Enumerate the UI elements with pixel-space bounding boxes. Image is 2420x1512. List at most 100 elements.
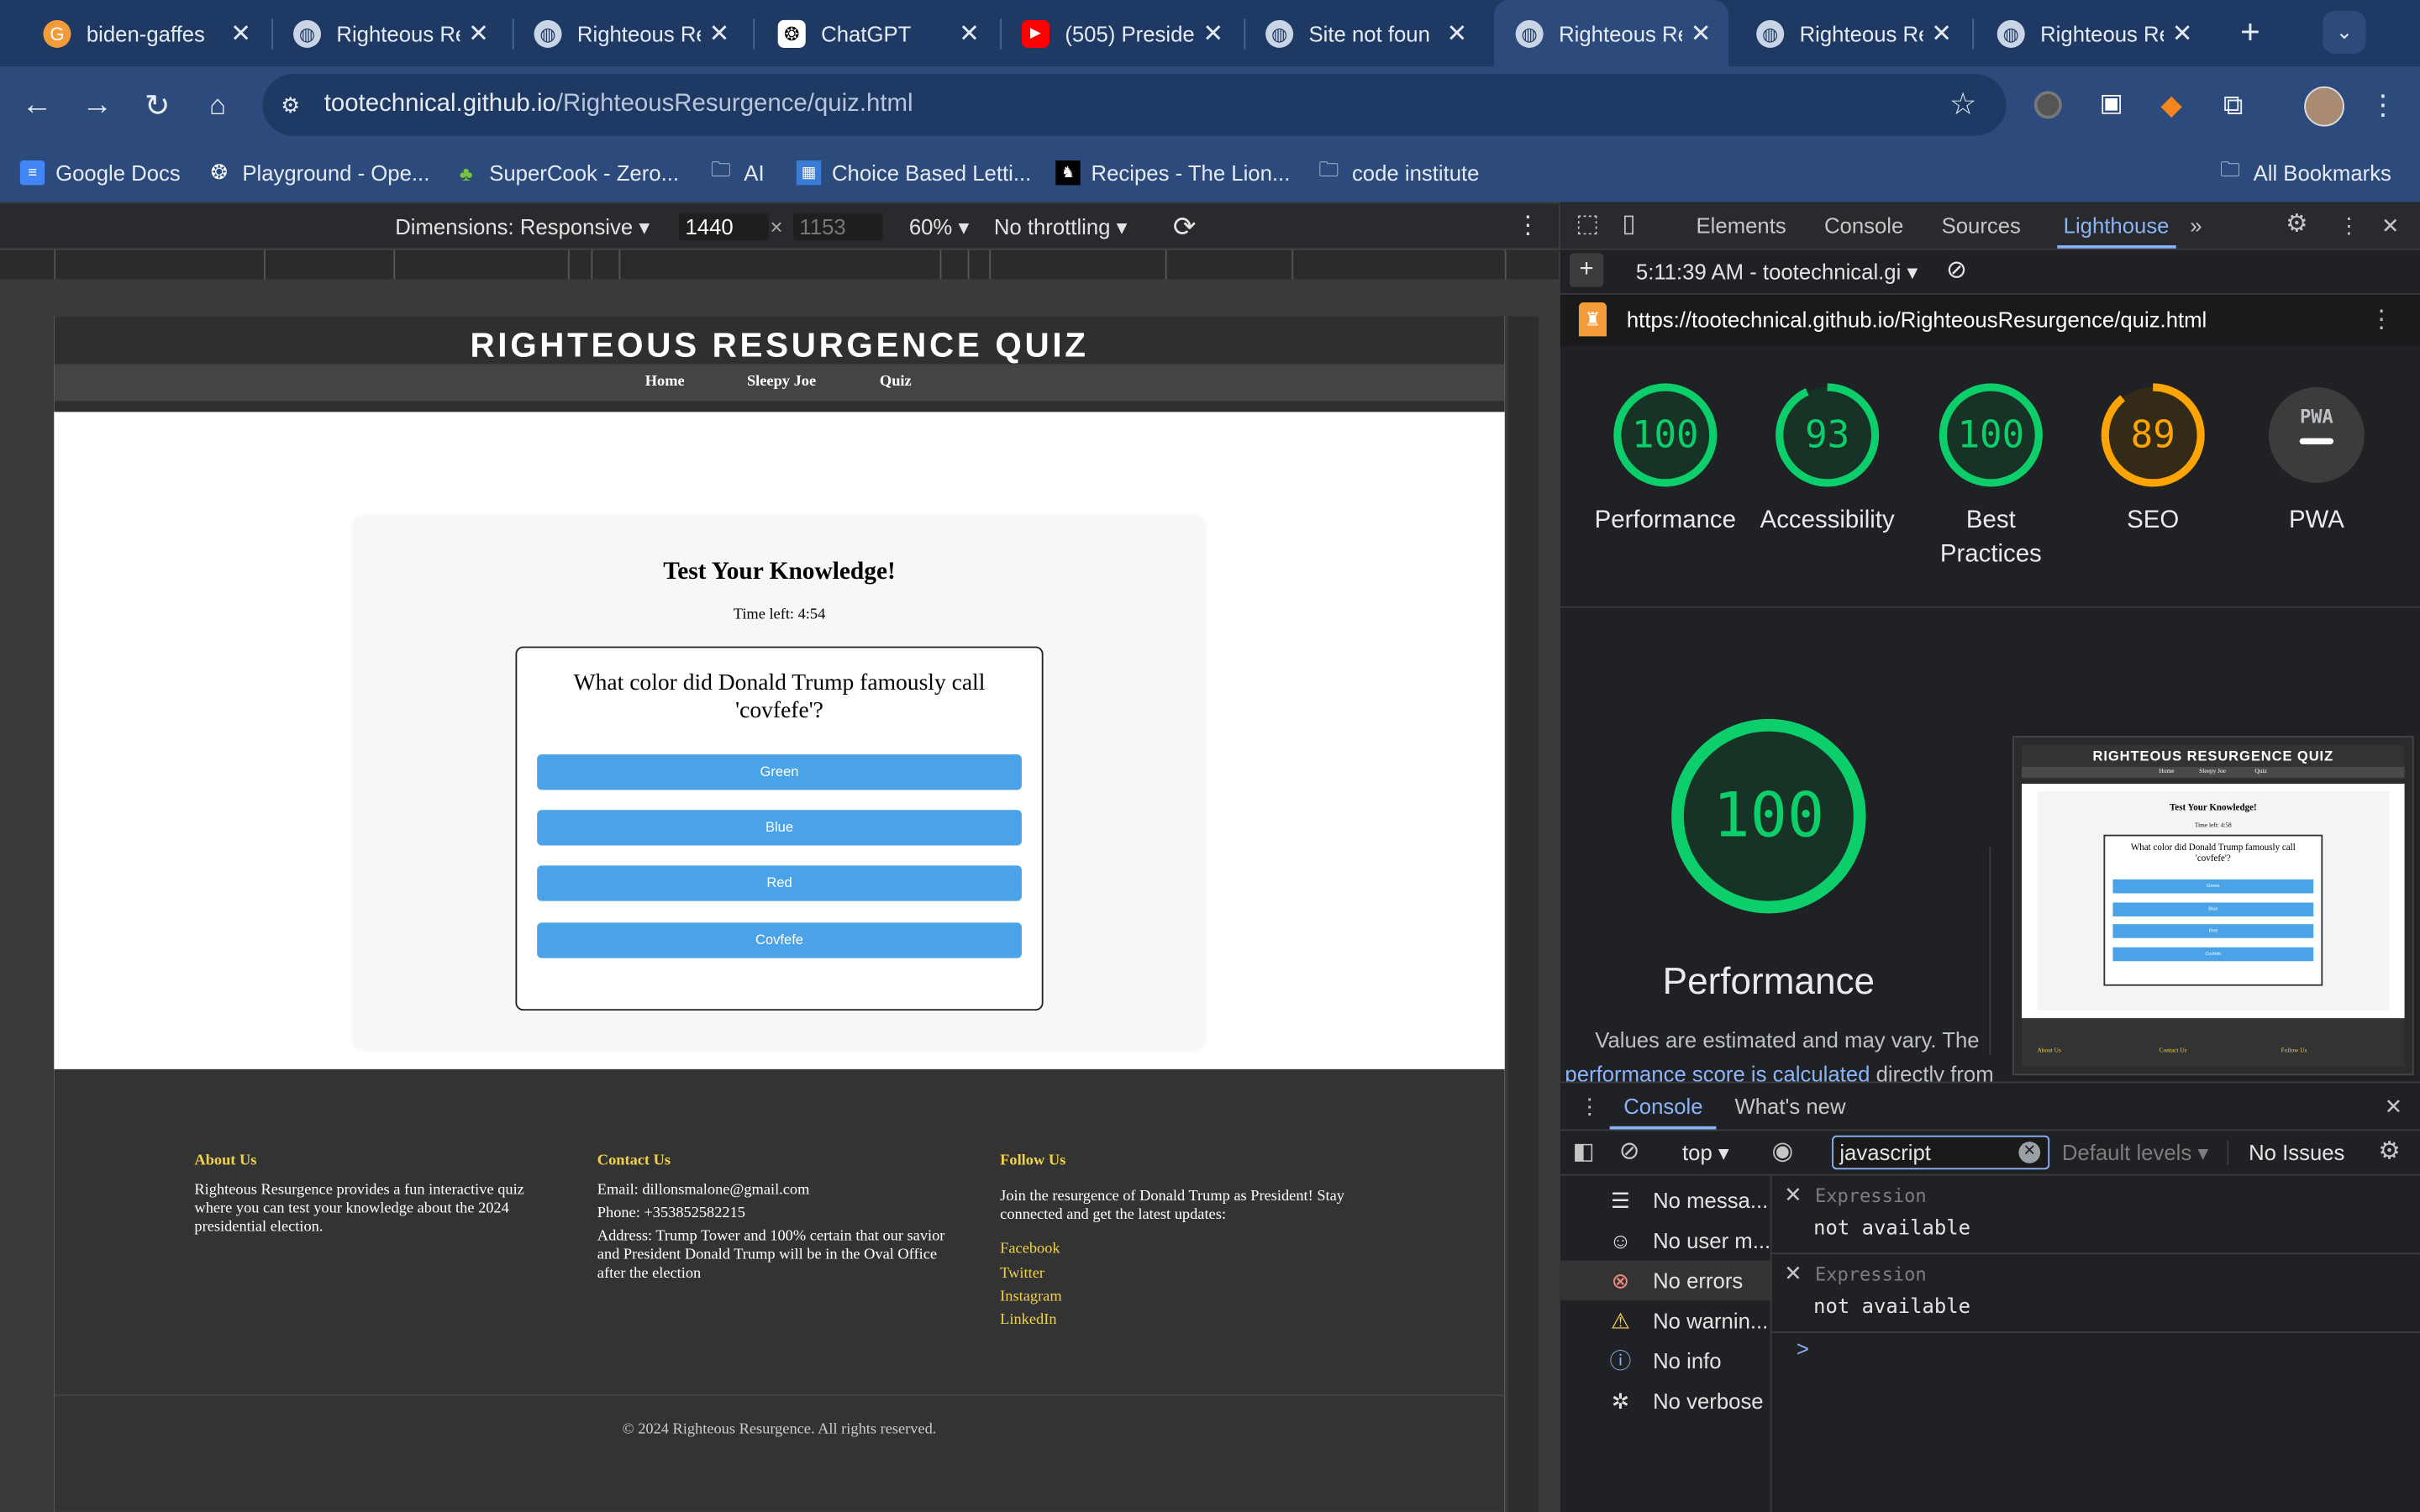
score-gauge-pwa[interactable]: PWA bbox=[2263, 381, 2371, 490]
browser-tab[interactable]: ◍ Righteous Re ✕ bbox=[1975, 0, 2210, 66]
close-icon[interactable]: ✕ bbox=[222, 18, 259, 49]
device-toggle-icon[interactable]: ▯ bbox=[1622, 202, 1635, 249]
close-icon[interactable]: ✕ bbox=[1439, 18, 1476, 49]
nav-home[interactable]: Home bbox=[645, 364, 685, 401]
sidebar-item-messages[interactable]: ☰ No messa... bbox=[1560, 1180, 1770, 1221]
bookmark-supercook[interactable]: ♣ SuperCook - Zero... bbox=[454, 144, 679, 202]
answer-button-green[interactable]: Green bbox=[537, 754, 1022, 790]
throttling-select[interactable]: No throttling ▾ bbox=[994, 203, 1128, 249]
close-icon[interactable]: ✕ bbox=[2164, 18, 2201, 49]
link-instagram[interactable]: Instagram bbox=[1000, 1289, 1061, 1305]
bookmark-folder-ai[interactable]: 🗀 AI bbox=[708, 144, 765, 202]
report-select[interactable]: 5:11:39 AM - tootechnical.gi ▾ bbox=[1636, 250, 1918, 293]
close-icon[interactable]: ✕ bbox=[1923, 18, 1960, 49]
levels-select[interactable]: Default levels ▾ bbox=[2062, 1131, 2208, 1173]
close-icon[interactable]: ✕ bbox=[950, 18, 987, 49]
site-info-icon[interactable]: ⚙ bbox=[281, 90, 308, 121]
tab-elements[interactable]: Elements bbox=[1697, 202, 1786, 249]
browser-tab[interactable]: ❂ ChatGPT ✕ bbox=[756, 0, 997, 66]
browser-tab[interactable]: ◍ Righteous Re ✕ bbox=[513, 0, 747, 66]
bookmark-playground[interactable]: ❂ Playground - Ope... bbox=[207, 144, 430, 202]
rotate-icon[interactable]: ⟳ bbox=[1173, 203, 1197, 249]
close-icon[interactable]: ✕ bbox=[460, 18, 497, 49]
more-tabs-icon[interactable]: » bbox=[2190, 202, 2202, 249]
browser-tab[interactable]: ▶ (505) Preside ✕ bbox=[1000, 0, 1241, 66]
browser-tab[interactable]: G biden-gaffes ✕ bbox=[22, 0, 269, 66]
sidebar-item-errors[interactable]: ⊗ No errors bbox=[1560, 1260, 1770, 1301]
close-devtools-icon[interactable]: ✕ bbox=[2381, 202, 2400, 249]
clear-filter-icon[interactable]: ✕ bbox=[2018, 1142, 2041, 1163]
browser-menu-icon[interactable]: ⋮ bbox=[2369, 87, 2396, 123]
bookmark-choice-based[interactable]: ▦ Choice Based Letti... bbox=[796, 144, 1031, 202]
close-icon[interactable]: ✕ bbox=[1682, 18, 1719, 49]
metamask-icon[interactable]: ◆ bbox=[2154, 88, 2188, 122]
star-icon[interactable]: ☆ bbox=[1949, 87, 1977, 123]
bookmark-google-docs[interactable]: ≡ Google Docs bbox=[19, 144, 181, 202]
close-icon[interactable]: ✕ bbox=[1195, 18, 1232, 49]
drawer-menu-icon[interactable]: ⋮ bbox=[1579, 1083, 1601, 1129]
sidebar-item-info[interactable]: ⓘ No info bbox=[1560, 1341, 1770, 1381]
answer-button-blue[interactable]: Blue bbox=[537, 810, 1022, 846]
link-twitter[interactable]: Twitter bbox=[1000, 1265, 1044, 1282]
address-bar[interactable]: ⚙ tootechnical.github.io/RighteousResurg… bbox=[262, 74, 2007, 136]
score-gauge-seo[interactable]: 89 bbox=[2099, 381, 2207, 490]
url-text[interactable]: tootechnical.github.io/RighteousResurgen… bbox=[324, 74, 913, 135]
new-report-icon[interactable]: + bbox=[1569, 253, 1604, 287]
tab-lighthouse[interactable]: Lighthouse bbox=[2057, 202, 2175, 249]
tab-search-icon[interactable]: ⌄ bbox=[2323, 10, 2366, 55]
more-options-icon[interactable]: ⋮ bbox=[1516, 203, 1540, 249]
settings-icon[interactable]: ⚙ bbox=[2286, 202, 2307, 249]
context-select[interactable]: top ▾ bbox=[1682, 1131, 1729, 1173]
sidebar-item-warnings[interactable]: ⚠ No warnin... bbox=[1560, 1300, 1770, 1341]
clipboard-extension-icon[interactable]: ▣ bbox=[2096, 88, 2127, 122]
close-icon[interactable]: ✕ bbox=[701, 18, 738, 49]
reload-icon[interactable]: ↻ bbox=[137, 85, 177, 125]
answer-button-red[interactable]: Red bbox=[537, 865, 1022, 901]
extension-icon[interactable] bbox=[2033, 91, 2062, 119]
console-prompt[interactable]: > bbox=[1797, 1336, 1809, 1361]
link-linkedin[interactable]: LinkedIn bbox=[1000, 1311, 1056, 1328]
sidebar-item-user-messages[interactable]: ☺ No user m... bbox=[1560, 1221, 1770, 1261]
close-drawer-icon[interactable]: ✕ bbox=[2385, 1083, 2403, 1129]
browser-tab[interactable]: ◍ Righteous Re ✕ bbox=[271, 0, 506, 66]
screenshot-thumbnail[interactable]: RIGHTEOUS RESURGENCE QUIZ Home Sleepy Jo… bbox=[2012, 736, 2414, 1076]
new-tab-icon[interactable]: + bbox=[2230, 13, 2270, 53]
browser-tab[interactable]: ◍ Site not foun ✕ bbox=[1244, 0, 1485, 66]
extensions-puzzle-icon[interactable]: ⧉ bbox=[2217, 88, 2250, 122]
remove-expression-icon[interactable]: ✕ bbox=[1784, 1182, 1802, 1208]
score-gauge-accessibility[interactable]: 93 bbox=[1773, 381, 1881, 490]
tab-sources[interactable]: Sources bbox=[1942, 202, 2021, 249]
drawer-tab-whats-new[interactable]: What's new bbox=[1734, 1083, 1845, 1129]
answer-button-covfefe[interactable]: Covfefe bbox=[537, 922, 1022, 958]
page-scrollbar[interactable] bbox=[1507, 316, 1539, 1512]
avatar[interactable] bbox=[2304, 86, 2344, 127]
bookmark-folder-code-institute[interactable]: 🗀 code institute bbox=[1317, 144, 1479, 202]
link-facebook[interactable]: Facebook bbox=[1000, 1241, 1060, 1257]
expression-label[interactable]: Expression bbox=[1815, 1263, 1927, 1285]
remove-expression-icon[interactable]: ✕ bbox=[1784, 1261, 1802, 1287]
width-input[interactable]: 1440 bbox=[679, 213, 769, 241]
forward-icon[interactable]: → bbox=[77, 85, 118, 125]
nav-quiz[interactable]: Quiz bbox=[880, 364, 912, 401]
expression-label[interactable]: Expression bbox=[1815, 1185, 1927, 1207]
tab-console[interactable]: Console bbox=[1824, 202, 1903, 249]
clear-icon[interactable]: ⊘ bbox=[1946, 250, 1967, 293]
all-bookmarks[interactable]: 🗀 All Bookmarks bbox=[2217, 144, 2391, 202]
home-icon[interactable]: ⌂ bbox=[197, 85, 238, 125]
browser-tab[interactable]: ◍ Righteous Re ✕ bbox=[1734, 0, 1969, 66]
score-gauge-best-practices[interactable]: 100 bbox=[1937, 381, 2045, 490]
console-settings-icon[interactable]: ⚙ bbox=[2378, 1131, 2400, 1173]
devtools-menu-icon[interactable]: ⋮ bbox=[2338, 202, 2360, 249]
nav-sleepy-joe[interactable]: Sleepy Joe bbox=[747, 364, 816, 401]
sidebar-item-verbose[interactable]: ✲ No verbose bbox=[1560, 1381, 1770, 1421]
zoom-select[interactable]: 60% ▾ bbox=[909, 203, 970, 249]
issues-count[interactable]: No Issues bbox=[2249, 1131, 2344, 1173]
drawer-tab-console[interactable]: Console bbox=[1609, 1083, 1718, 1130]
report-menu-icon[interactable]: ⋮ bbox=[2369, 295, 2393, 346]
browser-tab-active[interactable]: ◍ Righteous Re ✕ bbox=[1493, 0, 1729, 66]
bookmark-recipes[interactable]: ♞ Recipes - The Lion... bbox=[1055, 144, 1290, 202]
dimensions-select[interactable]: Dimensions: Responsive ▾ bbox=[395, 203, 650, 249]
filter-input[interactable]: javascript ✕ bbox=[1832, 1135, 2050, 1170]
clear-console-icon[interactable]: ⊘ bbox=[1619, 1131, 1640, 1173]
eye-icon[interactable]: ◉ bbox=[1772, 1131, 1794, 1173]
